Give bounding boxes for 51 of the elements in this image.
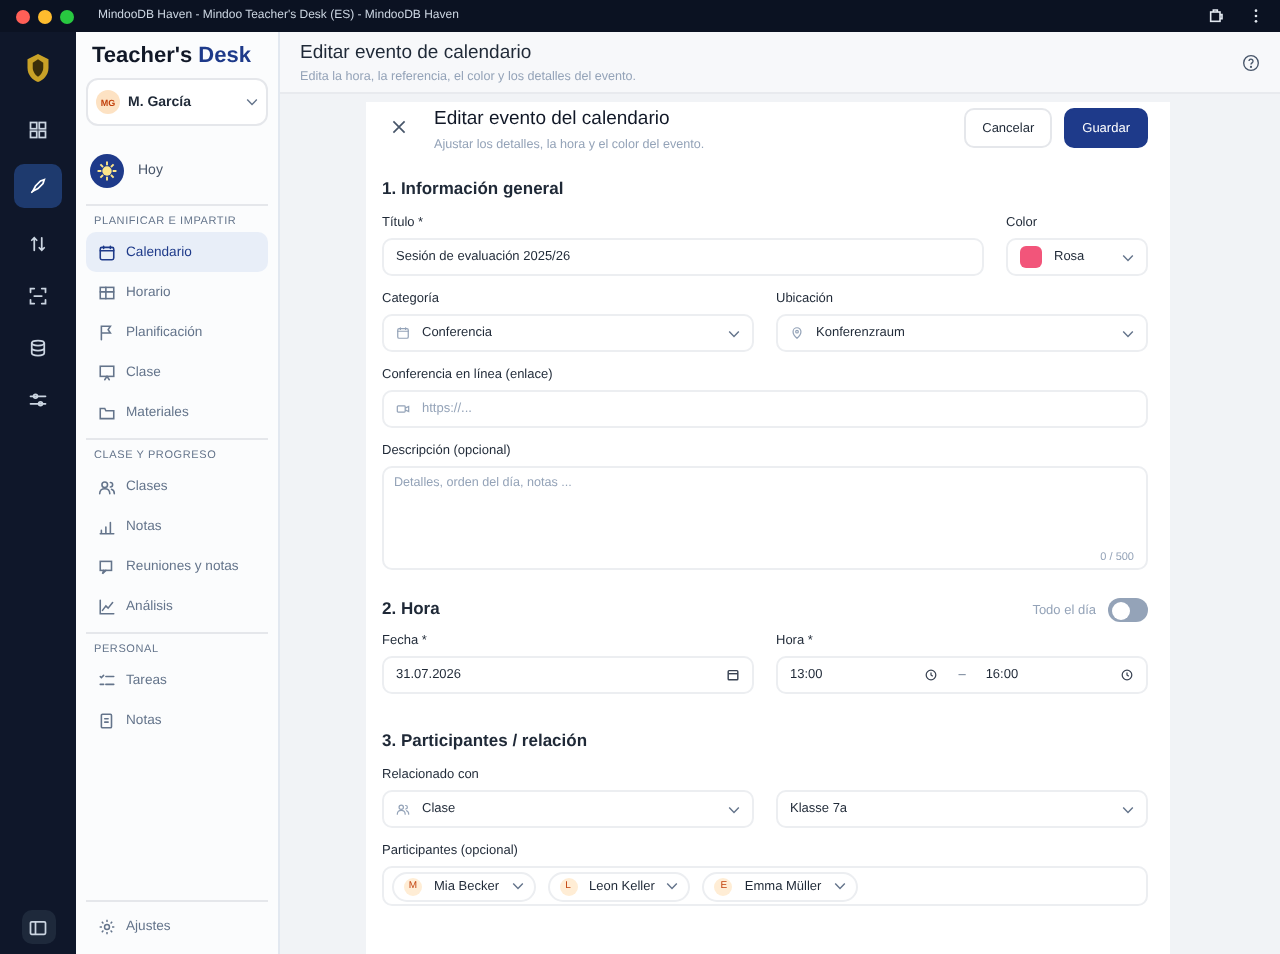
arrows-icon [28, 233, 48, 253]
nav-rail-button[interactable] [14, 164, 62, 208]
note-icon [98, 711, 116, 729]
grid-icon [28, 119, 48, 139]
chevron-down-icon [1122, 805, 1134, 813]
database-icon [28, 337, 48, 357]
dialog-title: Editar evento del calendario [434, 108, 672, 130]
flag-icon [98, 323, 116, 341]
chevron-down-icon [728, 329, 740, 337]
chevron-down-icon [1122, 253, 1134, 261]
folder-icon [98, 403, 116, 421]
collapse-sidebar-button[interactable] [21, 910, 55, 944]
sidebar-panel-icon [28, 917, 48, 937]
app-brand-title: Teacher's Desk [90, 44, 253, 68]
page-title: Editar evento de calendario [300, 41, 534, 63]
section-heading: 2. Hora [382, 598, 442, 618]
chevron-down-icon [1122, 329, 1134, 337]
table-icon [98, 283, 116, 301]
scan-icon [28, 285, 48, 305]
close-window-icon[interactable] [16, 9, 30, 23]
extension-icon[interactable] [1208, 8, 1224, 24]
line-chart-icon [98, 597, 116, 615]
section-heading: 3. Participantes / relación [382, 730, 590, 750]
calendar-icon [98, 243, 116, 261]
board-icon [98, 363, 116, 381]
people-icon [396, 802, 410, 816]
close-icon[interactable] [392, 120, 406, 134]
section-heading: 1. Información general [382, 178, 566, 198]
maximize-window-icon[interactable] [60, 9, 74, 23]
shield-logo-icon [24, 52, 52, 84]
calendar-icon [726, 668, 740, 682]
chevron-down-icon [728, 805, 740, 813]
chevron-down-icon [666, 882, 679, 890]
people-icon [98, 477, 116, 495]
sun-avatar-icon [90, 154, 124, 188]
all-day-toggle[interactable] [1108, 598, 1148, 622]
chat-icon [98, 557, 116, 575]
chevron-down-icon [511, 882, 524, 890]
checklist-icon [98, 671, 116, 689]
chevron-down-icon [246, 98, 258, 106]
location-pin-icon [790, 326, 804, 340]
bar-chart-icon [98, 517, 116, 535]
clock-icon [1120, 668, 1134, 682]
calendar-icon [396, 326, 410, 340]
help-icon[interactable] [1242, 53, 1260, 71]
clock-icon [924, 668, 939, 682]
video-camera-icon [396, 402, 410, 416]
minimize-window-icon[interactable] [38, 9, 52, 23]
chevron-down-icon [833, 882, 846, 890]
sliders-icon [28, 389, 48, 409]
settings-icon [98, 917, 116, 935]
